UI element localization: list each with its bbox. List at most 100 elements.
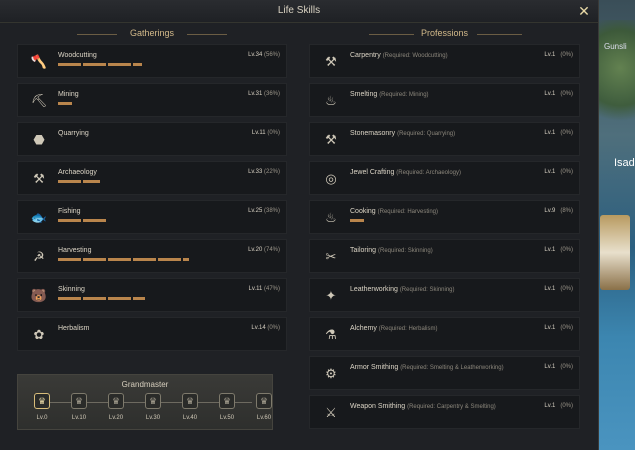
game-world-background: Gunsli Isad bbox=[598, 0, 635, 450]
boat-scenery bbox=[600, 215, 630, 290]
level-percent: (74%) bbox=[263, 247, 280, 253]
skill-level: Lv.20 (74%) bbox=[248, 247, 280, 253]
profession-title: Armor Smithing bbox=[350, 364, 401, 371]
progress-segment bbox=[133, 297, 145, 300]
profession-level: Lv.9 (8%) bbox=[544, 208, 573, 214]
grandmaster-level-label: Lv.10 bbox=[71, 415, 87, 421]
axe-log-icon: 🪓 bbox=[30, 54, 48, 69]
grandmaster-node-icon[interactable]: ♛ bbox=[256, 393, 272, 409]
grandmaster-panel: Grandmaster ♛ Lv.0 ♛ Lv.10 ♛ Lv.20 ♛ Lv.30 ♛ Lv.4… bbox=[17, 374, 273, 430]
profession-name: Leatherworking (Required: Skinning) bbox=[350, 286, 455, 293]
grandmaster-title: Grandmaster bbox=[121, 380, 169, 389]
profession-row-smelting[interactable]: ♨ Smelting (Required: Mining) Lv.1 (0%) bbox=[309, 83, 580, 117]
level-text: Lv.1 bbox=[544, 403, 561, 409]
grandmaster-level-label: Lv.40 bbox=[182, 415, 198, 421]
grandmaster-level-label: Lv.20 bbox=[108, 415, 124, 421]
level-text: Lv.11 bbox=[248, 286, 264, 292]
grandmaster-node-icon[interactable]: ♛ bbox=[182, 393, 198, 409]
profession-row-jewel-crafting[interactable]: ◎ Jewel Crafting (Required: Archaeology) L… bbox=[309, 161, 580, 195]
level-text: Lv.20 bbox=[248, 247, 264, 253]
profession-name: Tailoring (Required: Skinning) bbox=[350, 247, 433, 254]
sickle-icon: ☭ bbox=[33, 249, 45, 264]
profession-row-weapon-smithing[interactable]: ⚔ Weapon Smithing (Required: Carpentry & … bbox=[309, 395, 580, 429]
level-text: Lv.1 bbox=[544, 130, 561, 136]
level-text: Lv.1 bbox=[544, 364, 561, 370]
gathering-row-fishing[interactable]: 🐟 Fishing Lv.25 (38%) bbox=[17, 200, 287, 234]
level-percent: (0%) bbox=[560, 52, 573, 58]
life-skills-window: Life Skills ✕ Gatherings Professions 🪓 Wo… bbox=[0, 0, 599, 450]
level-percent: (56%) bbox=[263, 52, 280, 58]
profession-title: Leatherworking bbox=[350, 286, 400, 293]
profession-title: Jewel Crafting bbox=[350, 169, 397, 176]
grandmaster-node-icon[interactable]: ♛ bbox=[71, 393, 87, 409]
profession-row-carpentry[interactable]: ⚒ Carpentry (Required: Woodcutting) Lv.1 (… bbox=[309, 44, 580, 78]
progress-segment bbox=[83, 297, 106, 300]
profession-requirement: (Required: Smelting & Leatherworking) bbox=[400, 365, 504, 371]
skill-level: Lv.31 (36%) bbox=[248, 91, 280, 97]
hammer-icon: ⚔ bbox=[325, 405, 337, 420]
progress-segment bbox=[58, 297, 81, 300]
close-icon[interactable]: ✕ bbox=[576, 3, 592, 19]
level-text: Lv.25 bbox=[248, 208, 264, 214]
gatherings-header: Gatherings bbox=[17, 27, 287, 41]
skill-level: Lv.11 (0%) bbox=[252, 130, 280, 136]
level-percent: (0%) bbox=[560, 403, 573, 409]
gathering-row-quarrying[interactable]: ⬣ Quarrying Lv.11 (0%) bbox=[17, 122, 287, 156]
progress-segment bbox=[133, 63, 142, 66]
gathering-row-harvesting[interactable]: ☭ Harvesting Lv.20 (74%) bbox=[17, 239, 287, 273]
skill-name: Woodcutting bbox=[58, 52, 97, 59]
progress-segment bbox=[83, 180, 100, 183]
profession-name: Armor Smithing (Required: Smelting & Lea… bbox=[350, 364, 504, 371]
profession-row-armor-smithing[interactable]: ⚙ Armor Smithing (Required: Smelting & Le… bbox=[309, 356, 580, 390]
tree-scenery bbox=[598, 20, 635, 140]
gathering-row-mining[interactable]: ⛏ Mining Lv.31 (36%) bbox=[17, 83, 287, 117]
level-percent: (0%) bbox=[267, 325, 280, 331]
profession-name: Cooking (Required: Harvesting) bbox=[350, 208, 438, 215]
progress-bar bbox=[58, 258, 238, 261]
profession-row-leatherworking[interactable]: ✦ Leatherworking (Required: Skinning) Lv.1… bbox=[309, 278, 580, 312]
gathering-row-herbalism[interactable]: ✿ Herbalism Lv.14 (0%) bbox=[17, 317, 287, 351]
grandmaster-level-label: Lv.30 bbox=[145, 415, 161, 421]
profession-row-tailoring[interactable]: ✂ Tailoring (Required: Skinning) Lv.1 (0%) bbox=[309, 239, 580, 273]
level-text: Lv.1 bbox=[544, 91, 561, 97]
profession-requirement: (Required: Quarrying) bbox=[397, 131, 456, 137]
profession-row-alchemy[interactable]: ⚗ Alchemy (Required: Herbalism) Lv.1 (0%) bbox=[309, 317, 580, 351]
level-text: Lv.1 bbox=[544, 247, 561, 253]
level-text: Lv.9 bbox=[544, 208, 561, 214]
progress-segment bbox=[183, 258, 189, 261]
profession-level: Lv.1 (0%) bbox=[544, 169, 573, 175]
grandmaster-node-icon[interactable]: ♛ bbox=[108, 393, 124, 409]
profession-requirement: (Required: Woodcutting) bbox=[382, 53, 448, 59]
hide-icon: 🐻 bbox=[30, 288, 48, 303]
gathering-row-skinning[interactable]: 🐻 Skinning Lv.11 (47%) bbox=[17, 278, 287, 312]
grandmaster-node-icon[interactable]: ♛ bbox=[145, 393, 161, 409]
profession-row-cooking[interactable]: ♨ Cooking (Required: Harvesting) Lv.9 (8%) bbox=[309, 200, 580, 234]
progress-segment bbox=[108, 63, 131, 66]
grandmaster-node-icon[interactable]: ♛ bbox=[34, 393, 50, 409]
progress-segment bbox=[158, 258, 181, 261]
profession-requirement: (Required: Skinning) bbox=[399, 287, 455, 293]
progress-bar bbox=[58, 336, 238, 339]
profession-title: Cooking bbox=[350, 208, 378, 215]
skill-level: Lv.14 (0%) bbox=[251, 325, 280, 331]
progress-bar bbox=[58, 141, 238, 144]
level-text: Lv.1 bbox=[544, 286, 561, 292]
progress-segment bbox=[83, 63, 106, 66]
leather-icon: ✦ bbox=[325, 288, 337, 303]
level-percent: (22%) bbox=[263, 169, 280, 175]
grandmaster-level-label: Lv.60 bbox=[256, 415, 272, 421]
profession-title: Alchemy bbox=[350, 325, 379, 332]
skill-level: Lv.25 (38%) bbox=[248, 208, 280, 214]
progress-segment bbox=[108, 297, 131, 300]
grandmaster-level-label: Lv.0 bbox=[36, 415, 48, 421]
window-titlebar[interactable]: Life Skills ✕ bbox=[0, 0, 598, 23]
profession-name: Weapon Smithing (Required: Carpentry & S… bbox=[350, 403, 496, 410]
profession-requirement: (Required: Archaeology) bbox=[396, 170, 461, 176]
gathering-row-archaeology[interactable]: ⚒ Archaeology Lv.33 (22%) bbox=[17, 161, 287, 195]
profession-name: Alchemy (Required: Herbalism) bbox=[350, 325, 437, 332]
profession-row-stonemasonry[interactable]: ⚒ Stonemasonry (Required: Quarrying) Lv.1 … bbox=[309, 122, 580, 156]
grandmaster-node-icon[interactable]: ♛ bbox=[219, 393, 235, 409]
header-ornament-right bbox=[477, 34, 522, 35]
gathering-row-woodcutting[interactable]: 🪓 Woodcutting Lv.34 (56%) bbox=[17, 44, 287, 78]
level-text: Lv.31 bbox=[248, 91, 264, 97]
